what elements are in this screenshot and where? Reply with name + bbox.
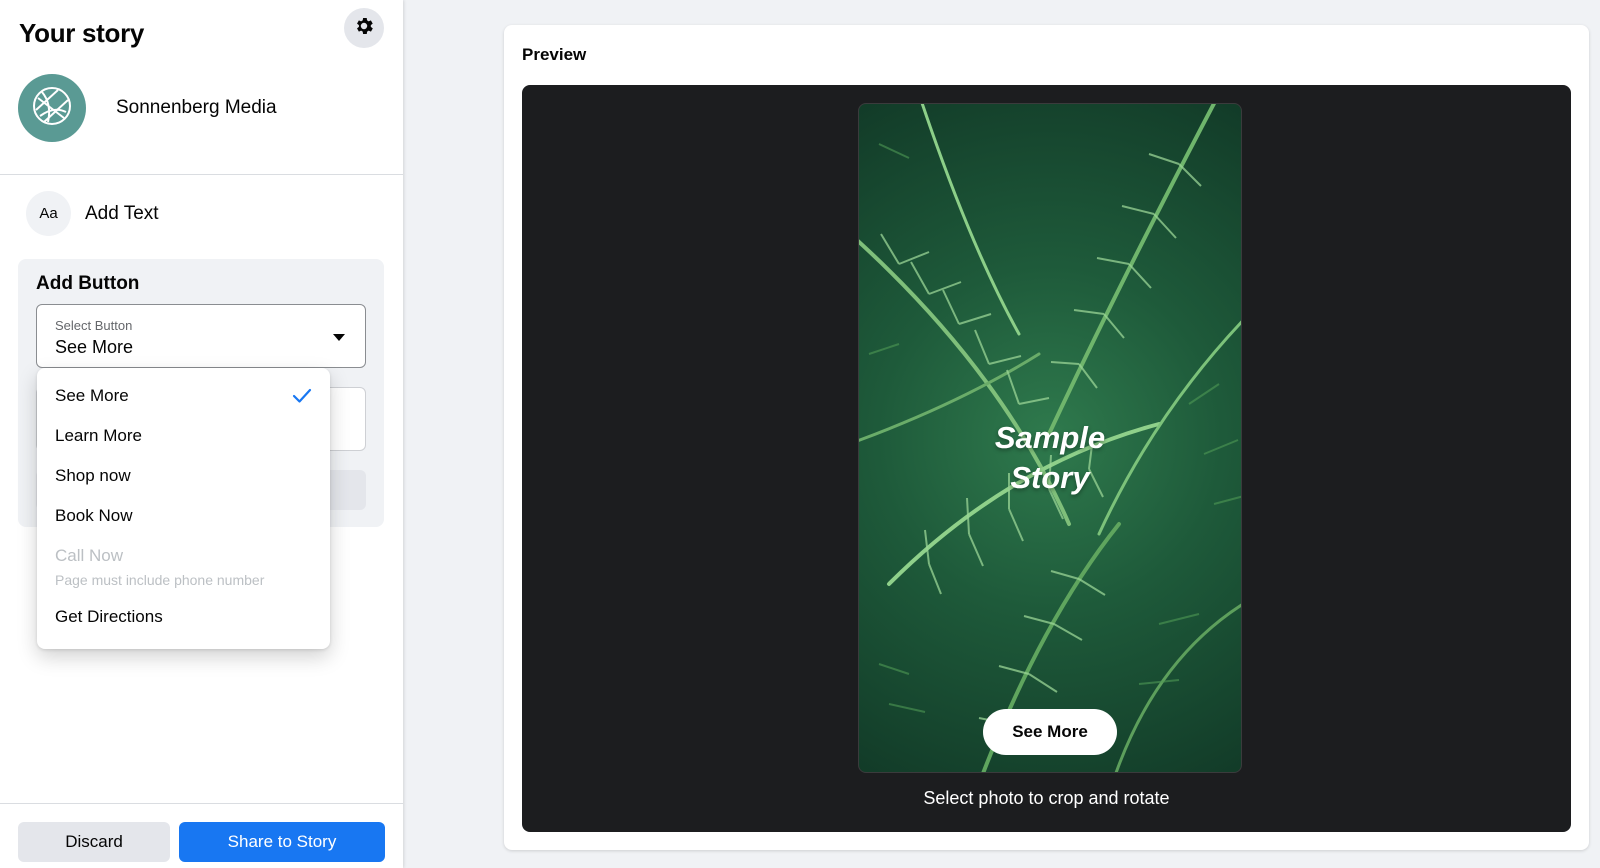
story-cta-button[interactable]: See More <box>983 709 1117 755</box>
avatar <box>18 74 86 142</box>
option-shop-now[interactable]: Shop now <box>37 456 330 496</box>
sidebar-footer: Discard Share to Story <box>0 803 403 868</box>
option-label: Shop now <box>55 466 131 485</box>
globe-logo-icon <box>28 82 76 135</box>
button-type-select[interactable]: Select Button See More <box>36 304 366 368</box>
text-icon: Aa <box>26 191 71 236</box>
story-photo[interactable]: Sample Story See More <box>858 103 1242 773</box>
option-see-more[interactable]: See More <box>37 376 330 416</box>
select-value: See More <box>55 337 134 357</box>
add-text-label: Add Text <box>85 202 159 224</box>
sidebar: Your story Sonnenberg Media Aa Add Text … <box>0 0 403 868</box>
preview-title: Preview <box>522 45 587 64</box>
check-icon <box>292 388 312 409</box>
option-label: See More <box>55 386 129 405</box>
option-book-now[interactable]: Book Now <box>37 496 330 536</box>
option-call-now: Call Now Page must include phone number <box>37 536 330 597</box>
option-label: Call Now <box>55 545 124 565</box>
story-text[interactable]: Sample Story <box>859 418 1241 498</box>
option-learn-more[interactable]: Learn More <box>37 416 330 456</box>
chevron-down-icon <box>333 334 345 341</box>
page-title: Your story <box>19 18 145 48</box>
profile-name: Sonnenberg Media <box>116 97 277 118</box>
story-text-line2: Story <box>1010 460 1090 495</box>
preview-stage: Sample Story See More Select photo to cr… <box>522 85 1571 832</box>
add-button-title: Add Button <box>36 273 140 294</box>
share-to-story-button[interactable]: Share to Story <box>179 822 385 862</box>
option-label: Get Directions <box>55 607 163 626</box>
select-label: Select Button <box>55 318 133 333</box>
gear-icon <box>353 15 375 42</box>
story-editor: Your story Sonnenberg Media Aa Add Text … <box>0 0 1600 868</box>
option-note: Page must include phone number <box>55 571 265 588</box>
option-label: Learn More <box>55 426 142 445</box>
settings-button[interactable] <box>344 8 384 48</box>
option-label: Book Now <box>55 506 133 525</box>
divider <box>0 174 403 175</box>
profile: Sonnenberg Media <box>18 74 277 142</box>
add-text-button[interactable]: Aa Add Text <box>26 191 159 236</box>
option-get-directions[interactable]: Get Directions <box>37 597 330 637</box>
preview-card: Preview Sample Story See More Select pho… <box>504 25 1589 850</box>
story-text-line1: Sample <box>994 420 1106 455</box>
preview-caption: Select photo to crop and rotate <box>923 788 1170 808</box>
button-type-dropdown: See More Learn More Shop now Book Now Ca… <box>37 368 330 649</box>
discard-button[interactable]: Discard <box>18 822 170 862</box>
